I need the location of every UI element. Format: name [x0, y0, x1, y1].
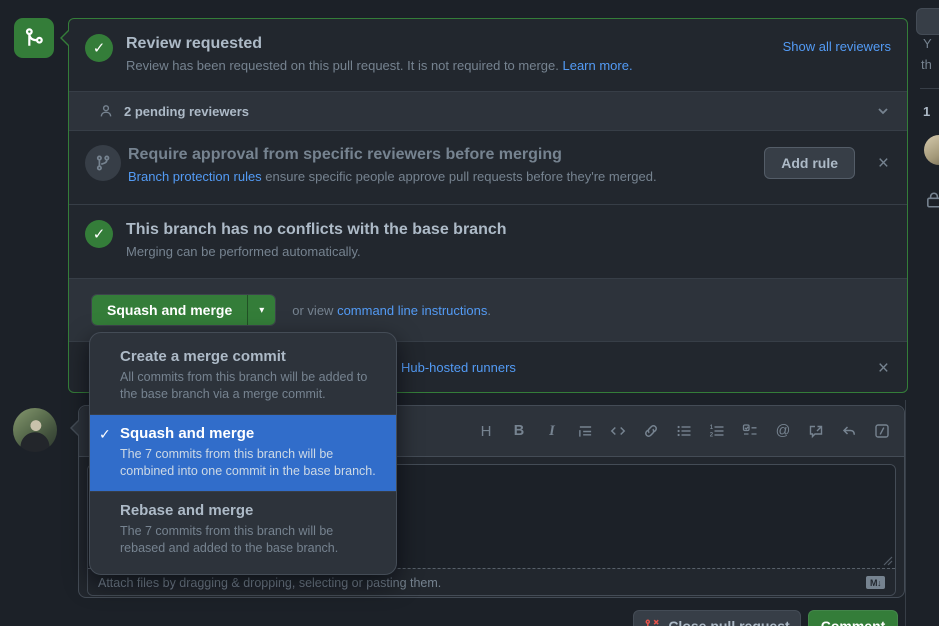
- review-requested-description: Review has been requested on this pull r…: [126, 58, 633, 73]
- lock-icon: [925, 191, 939, 209]
- hosted-runners-link[interactable]: Hub-hosted runners: [401, 360, 516, 375]
- pull-request-merge-page: ✓ Review requested Review has been reque…: [0, 0, 939, 626]
- slash-shortcut-icon[interactable]: [874, 423, 890, 439]
- timeline-merge-badge: [14, 18, 54, 58]
- branch-protection-section: Require approval from specific reviewers…: [69, 131, 907, 204]
- bold-icon[interactable]: B: [511, 423, 527, 439]
- link-icon[interactable]: [643, 423, 659, 439]
- svg-text:1: 1: [710, 425, 714, 431]
- cross-reference-icon[interactable]: [808, 423, 824, 439]
- comment-button[interactable]: Comment: [808, 610, 898, 626]
- reply-icon[interactable]: [841, 423, 857, 439]
- svg-text:2: 2: [710, 433, 714, 439]
- cli-hint: or view command line instructions.: [292, 303, 491, 318]
- git-merge-icon: [23, 27, 45, 49]
- quote-icon[interactable]: [577, 423, 593, 439]
- unordered-list-icon[interactable]: [676, 423, 692, 439]
- branch-protection-description: Branch protection rules ensure specific …: [128, 169, 657, 184]
- dismiss-protection-icon[interactable]: ×: [878, 154, 889, 173]
- mention-icon[interactable]: @: [775, 423, 791, 439]
- merge-method-menu: Create a merge commit All commits from t…: [89, 332, 397, 575]
- close-pull-request-button[interactable]: Close pull request: [633, 610, 801, 626]
- show-all-reviewers-link[interactable]: Show all reviewers: [783, 39, 891, 54]
- review-requested-section: ✓ Review requested Review has been reque…: [69, 19, 907, 91]
- right-rail-text-fragment: Y: [923, 36, 932, 51]
- merge-options-caret-button[interactable]: ▾: [247, 295, 275, 325]
- merge-status-section: ✓ This branch has no conflicts with the …: [69, 204, 907, 278]
- add-rule-button[interactable]: Add rule: [764, 147, 855, 179]
- code-icon[interactable]: [610, 423, 626, 439]
- closed-pull-request-icon: [644, 618, 660, 626]
- pending-reviewers-label: 2 pending reviewers: [124, 104, 249, 119]
- heading-icon[interactable]: H: [478, 423, 494, 439]
- task-list-icon[interactable]: [742, 423, 758, 439]
- pending-reviewers-row[interactable]: 2 pending reviewers: [69, 91, 907, 131]
- dropdown-caret-icon: ▾: [259, 305, 264, 316]
- right-rail-text-fragment: th: [921, 57, 932, 72]
- right-rail-count-fragment: 1: [923, 104, 930, 119]
- menu-item-create-merge-commit[interactable]: Create a merge commit All commits from t…: [90, 338, 396, 414]
- selected-check-icon: ✓: [99, 426, 111, 443]
- right-rail-divider: [920, 88, 939, 89]
- check-circle-icon: ✓: [85, 34, 113, 62]
- check-circle-icon: ✓: [85, 220, 113, 248]
- ordered-list-icon[interactable]: 12: [709, 423, 725, 439]
- git-branch-icon: [85, 145, 121, 181]
- dismiss-banner-icon[interactable]: ×: [878, 359, 889, 378]
- branch-protection-title: Require approval from specific reviewers…: [128, 145, 657, 165]
- person-icon: [98, 103, 114, 119]
- merge-status-title: This branch has no conflicts with the ba…: [126, 220, 507, 240]
- command-line-instructions-link[interactable]: command line instructions: [337, 303, 487, 318]
- menu-item-squash-and-merge[interactable]: ✓ Squash and merge The 7 commits from th…: [90, 414, 396, 491]
- chevron-down-icon[interactable]: [875, 103, 891, 119]
- right-rail-avatar: [924, 135, 939, 165]
- composer-caret-fill: [72, 420, 80, 436]
- right-rail-button-fragment[interactable]: [916, 8, 939, 35]
- review-requested-title: Review requested: [126, 34, 633, 54]
- column-divider: [905, 400, 906, 626]
- menu-item-rebase-and-merge[interactable]: Rebase and merge The 7 commits from this…: [90, 491, 396, 568]
- learn-more-link[interactable]: Learn more.: [562, 58, 632, 73]
- resize-gripper[interactable]: [883, 556, 893, 566]
- merge-status-description: Merging can be performed automatically.: [126, 244, 507, 259]
- squash-and-merge-button[interactable]: Squash and merge: [92, 295, 247, 325]
- markdown-icon: M↓: [866, 576, 885, 589]
- branch-protection-rules-link[interactable]: Branch protection rules: [128, 169, 262, 184]
- attach-files-hint: Attach files by dragging & dropping, sel…: [98, 576, 441, 590]
- italic-icon[interactable]: I: [544, 423, 560, 439]
- avatar: [13, 408, 57, 452]
